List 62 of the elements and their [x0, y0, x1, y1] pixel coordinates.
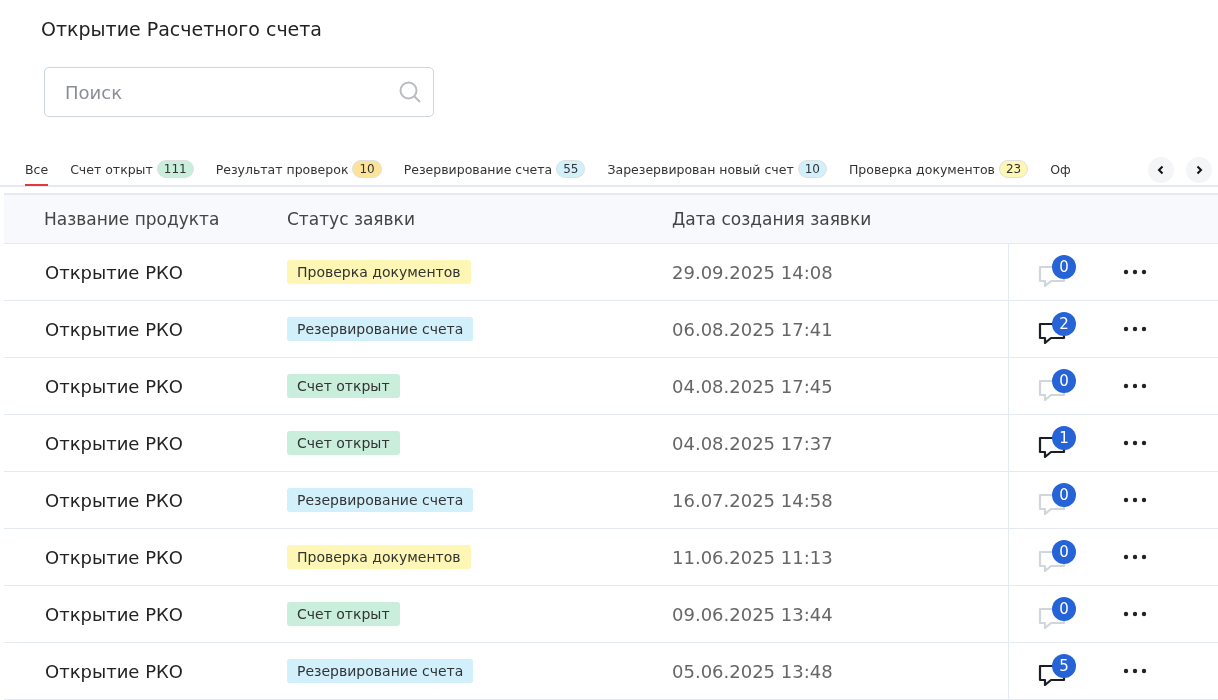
more-options-icon[interactable]: [1122, 439, 1148, 447]
count-badge: 10: [352, 160, 382, 178]
filter-tab[interactable]: Счет открыт 111: [59, 154, 205, 184]
count-badge: 10: [797, 160, 827, 178]
filter-tab[interactable]: Проверка документов 23: [837, 154, 1040, 184]
search-field[interactable]: Поиск: [44, 67, 434, 117]
comment-count-badge: 1: [1052, 426, 1076, 450]
count-badge: 55: [556, 160, 586, 178]
more-options-icon[interactable]: [1122, 496, 1148, 504]
status-tag: Счет открыт: [287, 374, 400, 398]
table-cell-text: 06.08.2025 17:41: [672, 318, 834, 340]
table-cell-text: Открытие РКО: [45, 261, 184, 283]
more-options-icon[interactable]: [1122, 610, 1148, 618]
status-tag: Резервирование счета: [287, 488, 474, 512]
more-options-icon[interactable]: [1122, 553, 1148, 561]
filter-tab[interactable]: Результат проверок 10: [204, 154, 393, 184]
more-options-icon[interactable]: [1122, 667, 1148, 675]
table-cell-text: 09.06.2025 13:44: [672, 603, 834, 625]
column-header: Название продукта: [44, 209, 221, 229]
table-cell-text: Открытие РКО: [45, 318, 184, 340]
comment-count-badge: 2: [1052, 312, 1076, 336]
comment-count-badge: 0: [1052, 540, 1076, 564]
table-cell-text: Открытие РКО: [45, 489, 184, 511]
table-cell-text: 11.06.2025 11:13: [672, 546, 834, 568]
chevron-right-icon: [1194, 165, 1204, 175]
table-cell-text: 04.08.2025 17:37: [672, 432, 834, 454]
comment-count-badge: 5: [1052, 654, 1076, 678]
more-options-icon[interactable]: [1122, 382, 1148, 390]
table-cell-text: 05.06.2025 13:48: [672, 660, 834, 682]
filter-tab[interactable]: Оф: [1039, 154, 1082, 184]
count-badge: 23: [998, 160, 1029, 178]
comment-count-badge: 0: [1052, 483, 1076, 507]
status-tag: Резервирование счета: [287, 317, 474, 341]
search-icon: [398, 80, 422, 104]
table-cell-text: Открытие РКО: [45, 432, 184, 454]
comment-count-badge: 0: [1052, 369, 1076, 393]
table-cell-text: 16.07.2025 14:58: [672, 489, 834, 511]
more-options-icon[interactable]: [1122, 325, 1148, 333]
status-tag: Проверка документов: [287, 260, 471, 284]
table-cell-text: Открытие РКО: [45, 546, 184, 568]
table-cell-text: Открытие РКО: [45, 375, 184, 397]
filter-tab[interactable]: Все: [14, 154, 60, 184]
filter-tab[interactable]: Зарезервирован новый счет 10: [596, 154, 838, 184]
table-cell-text: Открытие РКО: [45, 660, 184, 682]
status-tag: Резервирование счета: [287, 659, 474, 683]
status-tag: Счет открыт: [287, 602, 400, 626]
scroll-left-button[interactable]: [1148, 157, 1174, 183]
chevron-left-icon: [1156, 165, 1166, 175]
status-tag: Проверка документов: [287, 545, 471, 569]
scroll-right-button[interactable]: [1186, 157, 1212, 183]
status-tag: Счет открыт: [287, 431, 400, 455]
comment-count-badge: 0: [1052, 597, 1076, 621]
column-header: Статус заявки: [287, 209, 416, 229]
column-header: Дата создания заявки: [672, 209, 873, 229]
comment-count-badge: 0: [1052, 255, 1076, 279]
table-cell-text: 04.08.2025 17:45: [672, 375, 834, 397]
more-options-icon[interactable]: [1122, 268, 1148, 276]
table-cell-text: Открытие РКО: [45, 603, 184, 625]
table-cell-text: 29.09.2025 14:08: [672, 261, 834, 283]
filter-tab[interactable]: Резервирование счета 55: [392, 154, 597, 184]
count-badge: 111: [156, 160, 194, 178]
page-title: Открытие Расчетного счета: [41, 18, 322, 42]
